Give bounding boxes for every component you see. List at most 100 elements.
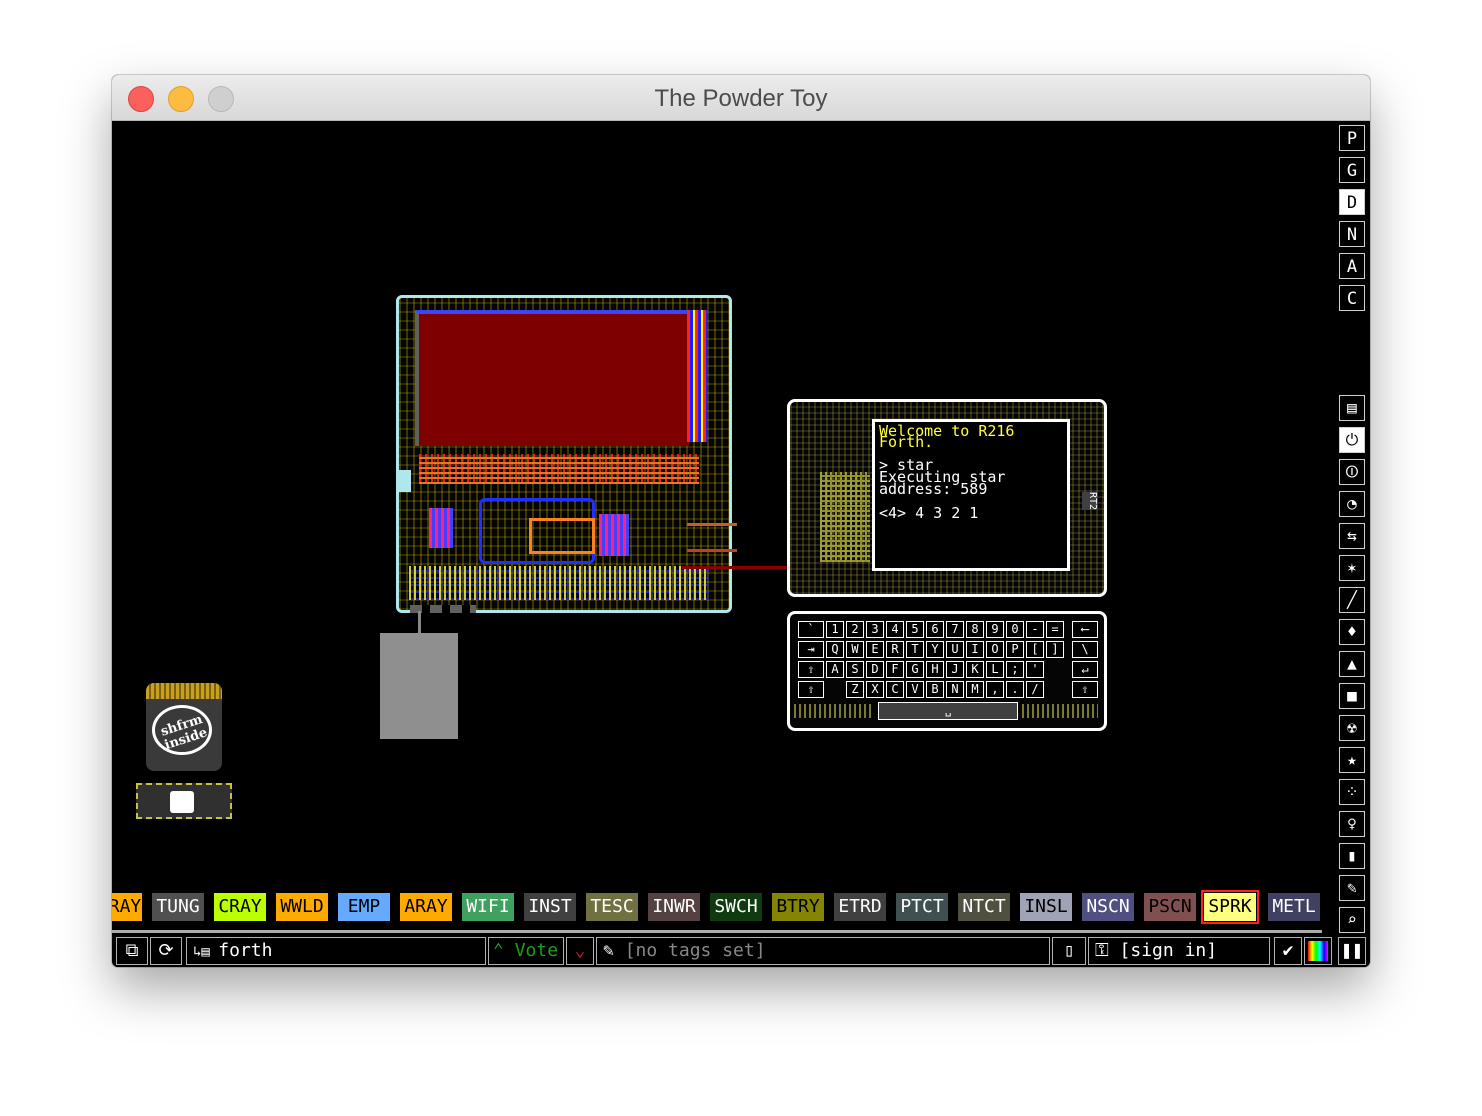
menu-button-a[interactable]: A	[1339, 253, 1365, 279]
sensors-icon[interactable]: ◔	[1339, 491, 1365, 517]
key[interactable]: N	[946, 681, 964, 698]
key[interactable]: 4	[886, 621, 904, 638]
key[interactable]: 1	[826, 621, 844, 638]
key[interactable]: ⟵	[1072, 621, 1098, 638]
key[interactable]: 2	[846, 621, 864, 638]
key[interactable]: ,	[986, 681, 1004, 698]
key[interactable]: Q	[826, 641, 844, 658]
key[interactable]: X	[866, 681, 884, 698]
key[interactable]: ⇪	[798, 661, 824, 678]
key[interactable]: L	[986, 661, 1004, 678]
special-icon[interactable]: ★	[1339, 747, 1365, 773]
element-button-etrd[interactable]: ETRD	[834, 893, 886, 921]
key[interactable]: Z	[846, 681, 864, 698]
powders-icon[interactable]: ▲	[1339, 651, 1365, 677]
element-button-nscn[interactable]: NSCN	[1082, 893, 1134, 921]
gases-icon[interactable]: ╱	[1339, 587, 1365, 613]
key[interactable]: 3	[866, 621, 884, 638]
key[interactable]: -	[1026, 621, 1044, 638]
key[interactable]: '	[1026, 661, 1044, 678]
key[interactable]: B	[926, 681, 944, 698]
force-icon[interactable]: ⇆	[1339, 523, 1365, 549]
key[interactable]: 5	[906, 621, 924, 638]
element-button-sprk[interactable]: SPRK	[1201, 890, 1259, 924]
key[interactable]: J	[946, 661, 964, 678]
element-button-wifi[interactable]: WIFI	[462, 893, 514, 921]
key[interactable]: K	[966, 661, 984, 678]
key[interactable]: O	[986, 641, 1004, 658]
key[interactable]: M	[966, 681, 984, 698]
key[interactable]: ⇧	[1072, 681, 1098, 698]
element-button-cray[interactable]: CRAY	[214, 893, 266, 921]
reload-button[interactable]: ⟳	[150, 937, 182, 965]
key[interactable]: W	[846, 641, 864, 658]
key[interactable]: E	[866, 641, 884, 658]
decoration-icon[interactable]: ✎	[1339, 875, 1365, 901]
search-icon[interactable]: ⌕	[1339, 907, 1365, 933]
vote-down-button[interactable]: ⌄	[566, 937, 594, 965]
key[interactable]: R	[886, 641, 904, 658]
key[interactable]: `	[798, 621, 824, 638]
key[interactable]: ]	[1046, 641, 1064, 658]
element-button-btry[interactable]: BTRY	[772, 893, 824, 921]
favorites-icon[interactable]: ▮	[1339, 843, 1365, 869]
walls-icon[interactable]: ▤	[1339, 395, 1365, 421]
electronics-icon[interactable]: ⏻	[1339, 427, 1365, 453]
element-button-tung[interactable]: TUNG	[152, 893, 204, 921]
key[interactable]: A	[826, 661, 844, 678]
key[interactable]: P	[1006, 641, 1024, 658]
element-button-insl[interactable]: INSL	[1020, 893, 1072, 921]
save-name-field[interactable]: ↳▤ forth	[186, 937, 486, 965]
key[interactable]: U	[946, 641, 964, 658]
element-button-ntct[interactable]: NTCT	[958, 893, 1010, 921]
key[interactable]: D	[866, 661, 884, 678]
menu-button-n[interactable]: N	[1339, 221, 1365, 247]
element-button-inwr[interactable]: INWR	[648, 893, 700, 921]
menu-button-c[interactable]: C	[1339, 285, 1365, 311]
key[interactable]: C	[886, 681, 904, 698]
solids-icon[interactable]: ■	[1339, 683, 1365, 709]
element-button-inst[interactable]: INST	[524, 893, 576, 921]
element-button-swch[interactable]: SWCH	[710, 893, 762, 921]
life-icon[interactable]: ⁘	[1339, 779, 1365, 805]
key[interactable]: S	[846, 661, 864, 678]
key[interactable]: \	[1072, 641, 1098, 658]
key[interactable]: 8	[966, 621, 984, 638]
element-button-tesc[interactable]: TESC	[586, 893, 638, 921]
key[interactable]: 9	[986, 621, 1004, 638]
explosives-icon[interactable]: ✶	[1339, 555, 1365, 581]
key[interactable]: /	[1026, 681, 1044, 698]
element-button-ptct[interactable]: PTCT	[896, 893, 948, 921]
element-button-ray[interactable]: RAY	[112, 893, 142, 921]
display-mode-button[interactable]	[1304, 937, 1332, 965]
key[interactable]: ⇧	[798, 681, 824, 698]
key[interactable]: T	[906, 641, 924, 658]
key[interactable]: G	[906, 661, 924, 678]
key[interactable]: 7	[946, 621, 964, 638]
menu-button-p[interactable]: P	[1339, 125, 1365, 151]
key[interactable]: [	[1026, 641, 1044, 658]
key[interactable]: 0	[1006, 621, 1024, 638]
key[interactable]: I	[966, 641, 984, 658]
open-button[interactable]: ⧉	[116, 937, 148, 965]
menu-button-g[interactable]: G	[1339, 157, 1365, 183]
key[interactable]: =	[1046, 621, 1064, 638]
settings-button[interactable]: ✔	[1274, 937, 1302, 965]
menu-button-d[interactable]: D	[1339, 189, 1365, 215]
key[interactable]: H	[926, 661, 944, 678]
element-button-metl[interactable]: METL	[1268, 893, 1320, 921]
key[interactable]: ↵	[1072, 661, 1098, 678]
tags-field[interactable]: ✎ [no tags set]	[596, 937, 1050, 965]
element-button-aray[interactable]: ARAY	[400, 893, 452, 921]
element-button-emp[interactable]: EMP	[338, 893, 390, 921]
key[interactable]: 6	[926, 621, 944, 638]
element-button-wwld[interactable]: WWLD	[276, 893, 328, 921]
simulation-canvas[interactable]: Welcome to R216 Forth. > star Executing …	[112, 121, 1332, 931]
key[interactable]: .	[1006, 681, 1024, 698]
key[interactable]: F	[886, 661, 904, 678]
pause-button[interactable]: ❚❚	[1338, 937, 1366, 965]
key[interactable]: V	[906, 681, 924, 698]
element-button-pscn[interactable]: PSCN	[1144, 893, 1196, 921]
space-key[interactable]: ␣	[878, 702, 1018, 720]
liquids-icon[interactable]: ♦	[1339, 619, 1365, 645]
